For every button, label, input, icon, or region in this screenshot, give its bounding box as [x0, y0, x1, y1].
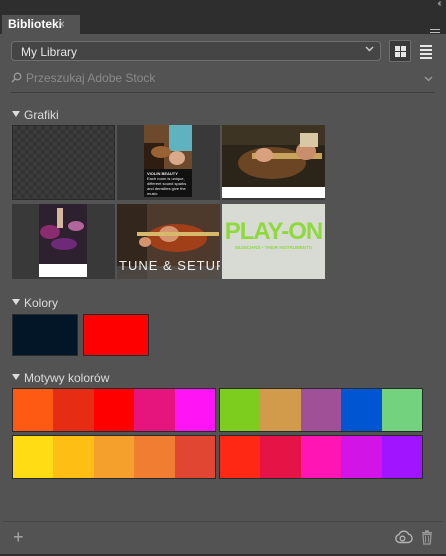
- theme-color-chip: [260, 389, 301, 431]
- graphic-tile[interactable]: [12, 204, 115, 279]
- theme-color-chip: [134, 389, 175, 431]
- libraries-panel: My Library Przeszukaj Adobe Stock Grafik…: [3, 34, 443, 555]
- theme-color-chip: [220, 436, 261, 478]
- divider: [11, 92, 435, 93]
- graphic-tile[interactable]: TUNE & SETUP: [117, 204, 220, 279]
- add-content-button[interactable]: +: [13, 528, 24, 546]
- theme-color-chip: [300, 389, 342, 431]
- theme-color-chip: [220, 389, 261, 431]
- theme-color-chip: [13, 436, 54, 478]
- graphic-tile[interactable]: [222, 125, 325, 200]
- graphic-tile[interactable]: [12, 125, 115, 200]
- theme-color-chip: [381, 436, 423, 478]
- collapse-triangle-icon[interactable]: [12, 111, 20, 117]
- collapse-triangle-icon[interactable]: [12, 374, 20, 380]
- tab-close-icon[interactable]: ×: [58, 15, 65, 34]
- grid-view-button[interactable]: [389, 40, 411, 62]
- section-title: Grafiki: [24, 108, 59, 122]
- library-dropdown[interactable]: My Library: [11, 41, 381, 61]
- graphic-overlay-text: TUNE & SETUP: [119, 258, 220, 273]
- section-title: Kolory: [24, 296, 59, 310]
- collapse-triangle-icon[interactable]: [12, 299, 20, 305]
- graphic-logo-subtext: MUSICIANS • THEIR INSTRUMENTS: [235, 245, 312, 250]
- theme-color-chip: [341, 436, 382, 478]
- color-theme[interactable]: [219, 435, 423, 479]
- panel-tab-bar: Biblioteki CC ×: [0, 12, 446, 50]
- chevron-down-icon: [365, 46, 374, 52]
- color-theme[interactable]: [12, 435, 216, 479]
- library-dropdown-value: My Library: [21, 45, 78, 59]
- stock-search[interactable]: Przeszukaj Adobe Stock: [11, 70, 435, 88]
- graphic-tile[interactable]: PLAY-ON MUSICIANS • THEIR INSTRUMENTS: [222, 204, 325, 279]
- theme-color-chip: [381, 389, 423, 431]
- creative-cloud-icon[interactable]: [395, 530, 413, 544]
- graphic-tile[interactable]: VIOLIN BEAUTY Each room is unique, diffe…: [117, 125, 220, 200]
- list-view-button[interactable]: [415, 40, 437, 62]
- theme-color-chip: [134, 436, 175, 478]
- theme-color-chip: [174, 389, 216, 431]
- theme-color-chip: [174, 436, 216, 478]
- panel-top-strip: ‹‹: [0, 0, 446, 12]
- graphic-thumbnail: [222, 125, 325, 198]
- search-icon: [11, 72, 22, 83]
- theme-color-chip: [300, 436, 342, 478]
- theme-color-chip: [53, 436, 94, 478]
- chevron-down-icon[interactable]: [424, 76, 433, 82]
- graphic-logo-text: PLAY-ON: [224, 218, 323, 245]
- trash-icon[interactable]: [421, 530, 433, 545]
- color-theme[interactable]: [12, 388, 216, 432]
- theme-color-chip: [53, 389, 94, 431]
- color-swatch[interactable]: [12, 314, 78, 356]
- search-input[interactable]: Przeszukaj Adobe Stock: [26, 71, 155, 85]
- bottom-toolbar: +: [3, 521, 443, 555]
- collapse-panel-button[interactable]: ‹‹: [437, 0, 441, 9]
- graphic-caption-text: Each room is unique, different sound spa…: [147, 176, 187, 196]
- theme-color-chip: [260, 436, 301, 478]
- section-title: Motywy kolorów: [24, 371, 110, 385]
- theme-color-chip: [341, 389, 382, 431]
- graphic-thumbnail: [12, 204, 115, 279]
- color-theme[interactable]: [219, 388, 423, 432]
- theme-color-chip: [93, 389, 135, 431]
- color-swatch[interactable]: [83, 314, 149, 356]
- theme-color-chip: [93, 436, 135, 478]
- tab-cc-libraries[interactable]: Biblioteki CC ×: [2, 15, 80, 50]
- theme-color-chip: [13, 389, 54, 431]
